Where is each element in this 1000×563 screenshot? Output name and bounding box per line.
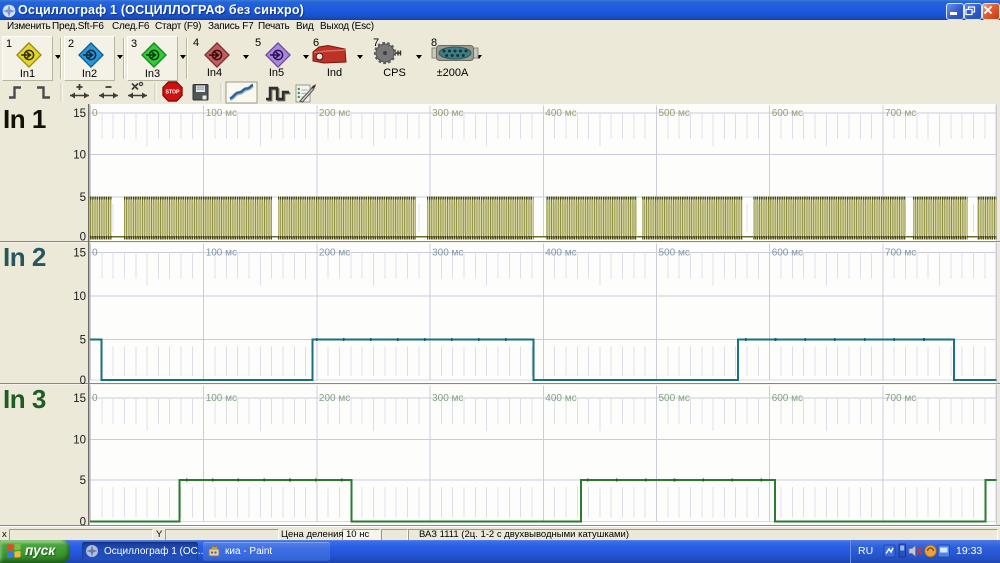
svg-text:100 мс: 100 мс (206, 248, 237, 259)
svg-text:600 мс: 600 мс (772, 393, 803, 404)
svg-text:10: 10 (73, 150, 86, 162)
svg-text:In 2: In 2 (3, 242, 46, 272)
svg-text:300 мс: 300 мс (432, 108, 463, 119)
svg-text:In 3: In 3 (3, 384, 46, 414)
svg-text:5: 5 (80, 192, 86, 204)
svg-text:5: 5 (80, 335, 86, 347)
svg-text:700 мс: 700 мс (885, 393, 916, 404)
svg-text:STOP: STOP (165, 90, 180, 96)
svg-text:400 мс: 400 мс (545, 393, 576, 404)
svg-text:700 мс: 700 мс (885, 248, 916, 259)
svg-text:0: 0 (92, 108, 98, 119)
svg-text:In 1: In 1 (3, 104, 46, 134)
svg-text:15: 15 (73, 108, 86, 120)
svg-text:300 мс: 300 мс (432, 248, 463, 259)
svg-text:5: 5 (80, 475, 86, 487)
svg-text:700 мс: 700 мс (885, 108, 916, 119)
svg-text:0: 0 (80, 375, 86, 387)
svg-text:100 мс: 100 мс (206, 108, 237, 119)
svg-text:500 мс: 500 мс (659, 248, 690, 259)
svg-text:600 мс: 600 мс (772, 108, 803, 119)
svg-text:200 мс: 200 мс (319, 393, 350, 404)
svg-text:600 мс: 600 мс (772, 248, 803, 259)
svg-text:400 мс: 400 мс (545, 248, 576, 259)
svg-text:0: 0 (92, 393, 98, 404)
svg-text:200 мс: 200 мс (319, 108, 350, 119)
svg-text:0: 0 (80, 517, 86, 527)
svg-text:10: 10 (73, 435, 86, 447)
svg-text:300 мс: 300 мс (432, 393, 463, 404)
svg-text:10: 10 (73, 291, 86, 303)
svg-text:15: 15 (73, 393, 86, 405)
svg-text:0: 0 (80, 232, 86, 244)
svg-text:200 мс: 200 мс (319, 248, 350, 259)
svg-text:500 мс: 500 мс (659, 108, 690, 119)
svg-text:15: 15 (73, 248, 86, 260)
svg-text:500 мс: 500 мс (659, 393, 690, 404)
svg-text:400 мс: 400 мс (545, 108, 576, 119)
svg-text:0: 0 (92, 248, 98, 259)
svg-text:100 мс: 100 мс (206, 393, 237, 404)
